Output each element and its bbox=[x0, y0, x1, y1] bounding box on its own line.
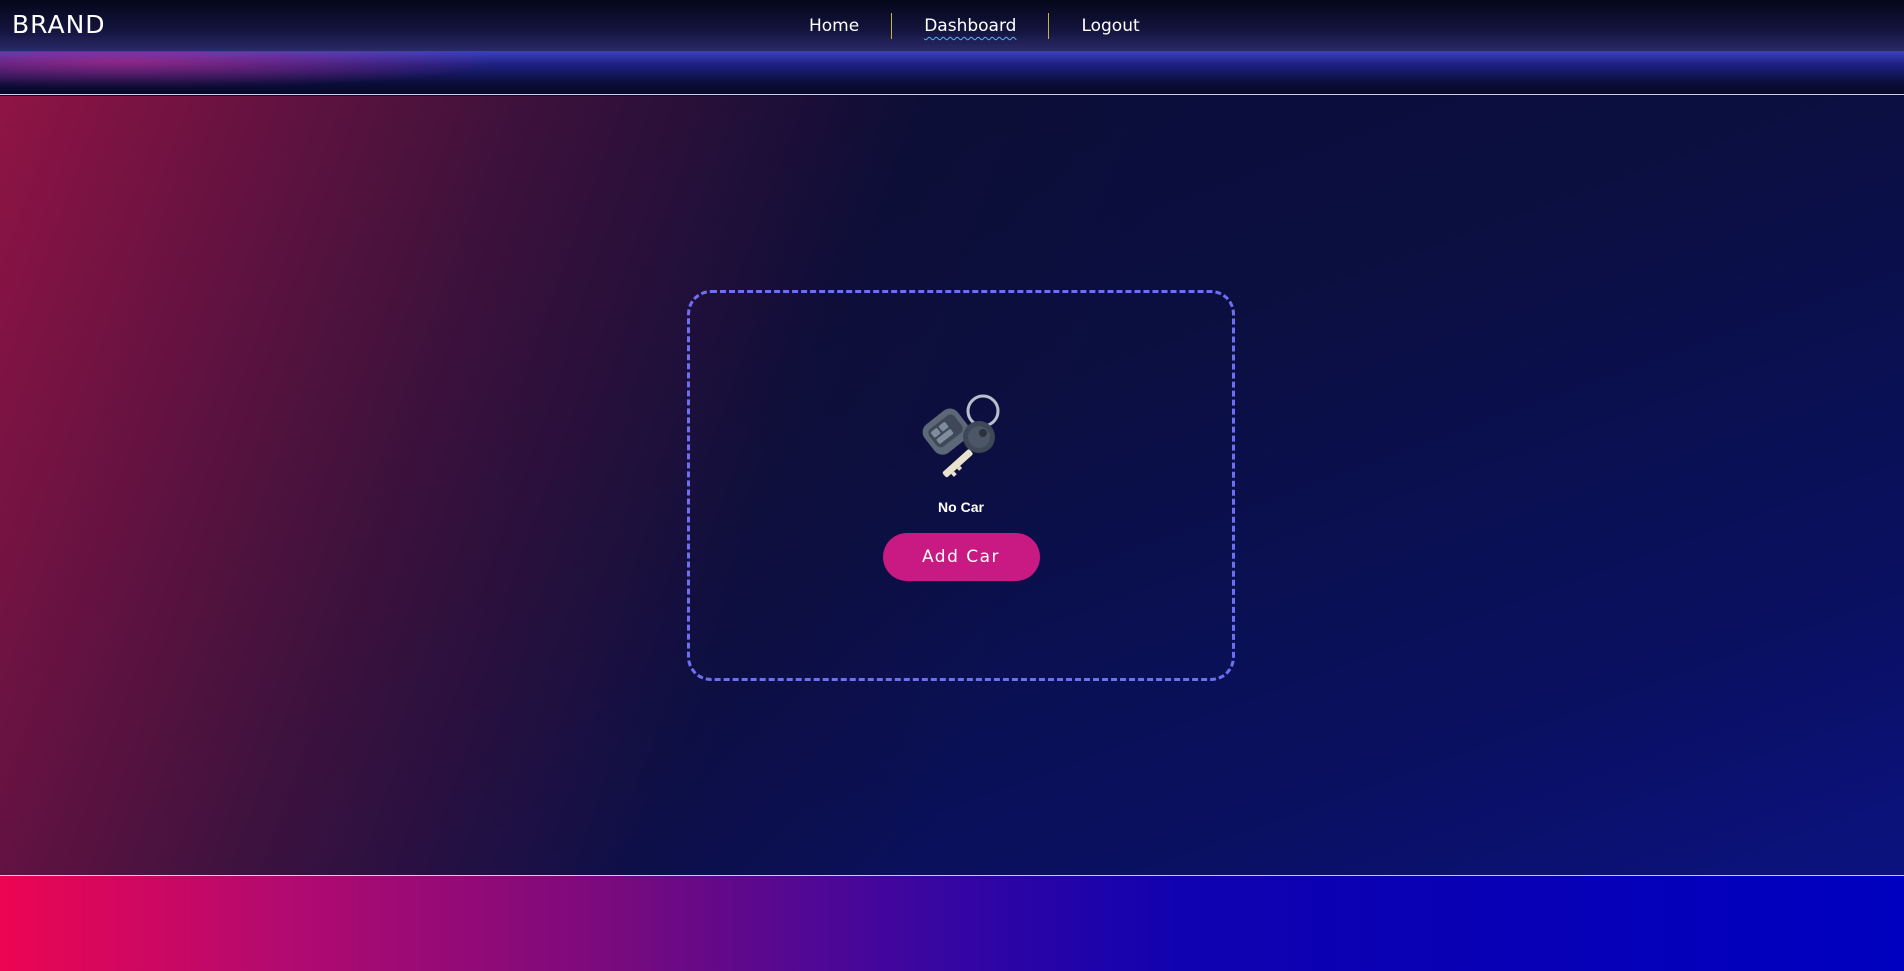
nav-link-logout[interactable]: Logout bbox=[1049, 15, 1171, 37]
nav-links: Home Dashboard Logout bbox=[777, 0, 1172, 52]
nav-link-home[interactable]: Home bbox=[777, 15, 891, 37]
empty-state-message: No Car bbox=[938, 499, 984, 515]
add-car-button[interactable]: Add Car bbox=[882, 533, 1040, 581]
top-navbar: BRAND Home Dashboard Logout bbox=[0, 0, 1904, 52]
nav-link-dashboard[interactable]: Dashboard bbox=[892, 15, 1048, 37]
brand-logo[interactable]: BRAND bbox=[12, 10, 106, 39]
page: BRAND Home Dashboard Logout No Car Add C… bbox=[0, 0, 1904, 971]
empty-state-card: No Car Add Car bbox=[687, 290, 1235, 681]
header-glow-band bbox=[0, 52, 1904, 95]
car-keys-icon bbox=[922, 394, 1000, 478]
footer-gradient bbox=[0, 875, 1904, 971]
